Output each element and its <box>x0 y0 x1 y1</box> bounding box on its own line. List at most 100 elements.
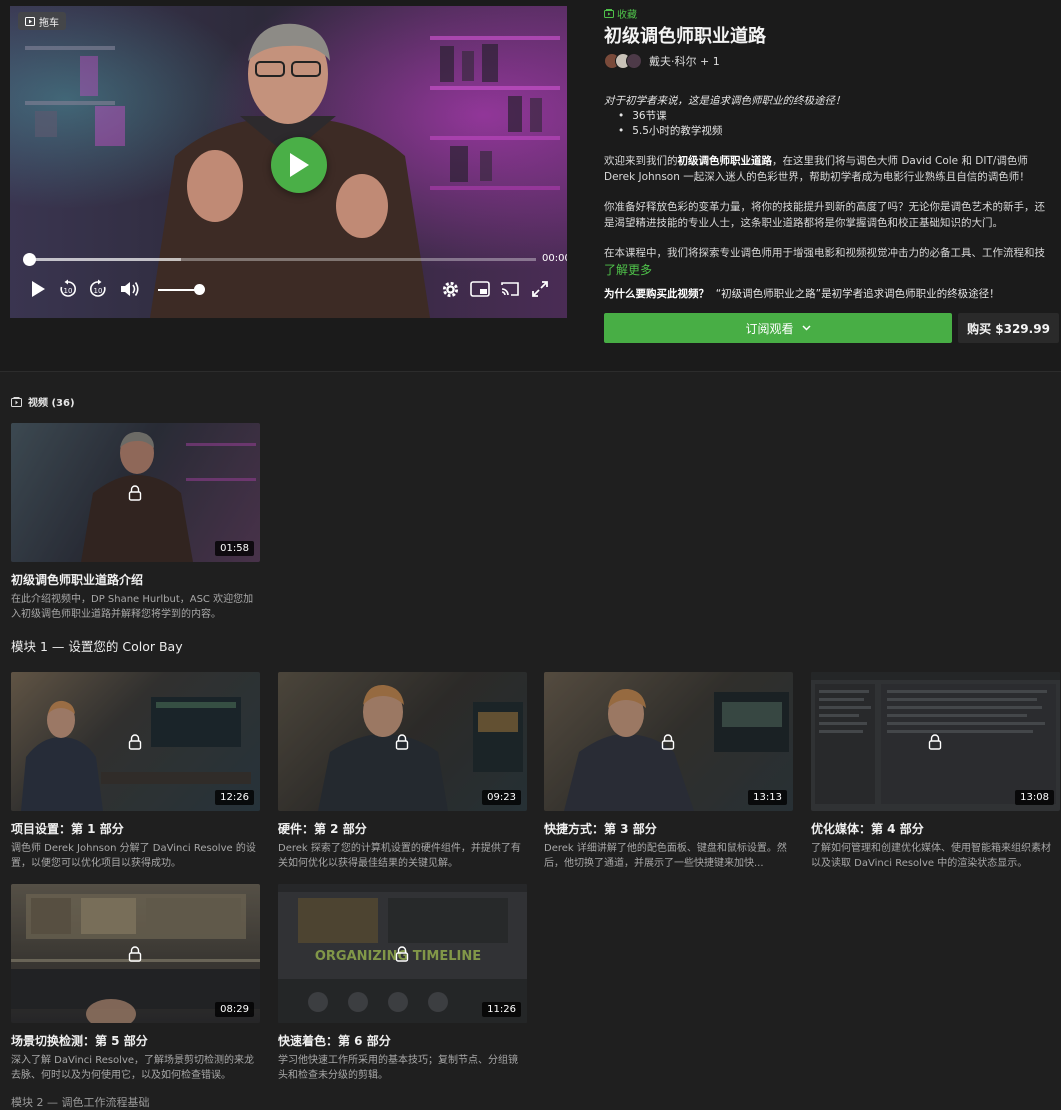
videos-section-header: 视频 (36) <box>11 394 75 409</box>
volume-slider-handle[interactable] <box>194 284 205 295</box>
lesson-description: 深入了解 DaVinci Resolve，了解场景剪切检测的来龙去脉、何时以及为… <box>11 1055 255 1081</box>
lock-icon <box>928 734 942 750</box>
description-paragraph-1: 欢迎来到我们的初级调色师职业道路，在这里我们将与调色大师 David Cole … <box>604 154 1054 185</box>
lesson-description: 学习他快速工作所采用的基本技巧；复制节点、分组镜头和检查未分级的剪辑。 <box>278 1055 518 1081</box>
buy-button[interactable]: 购买 $329.99 <box>958 313 1059 343</box>
lesson-title[interactable]: 快捷方式：第 3 部分 <box>544 820 793 837</box>
chevron-down-icon <box>801 325 811 331</box>
lesson-card-intro[interactable]: 01:58 初级调色师职业道路介绍 在此介绍视频中，DP Shane Hurlb… <box>11 423 260 622</box>
play-overlay-button[interactable] <box>271 137 327 193</box>
avatar <box>626 53 642 69</box>
instructor-row[interactable]: 戴夫·科尔 + 1 <box>604 53 720 69</box>
section-divider <box>0 371 1061 372</box>
forward-10-button[interactable]: 10 <box>86 278 110 300</box>
why-buy-text: “初级调色师职业之路”是初学者追求调色师职业的终极途径！ <box>715 288 1000 300</box>
picture-in-picture-icon <box>470 281 490 297</box>
lock-icon <box>128 485 142 501</box>
play-icon <box>32 281 45 297</box>
cast-button[interactable] <box>499 278 521 300</box>
course-highlights: 36节课 5.5小时的教学视频 <box>618 109 722 139</box>
description-text: 欢迎来到我们的 <box>604 155 678 167</box>
lesson-card[interactable]: 08:29 场景切换检测：第 5 部分 深入了解 DaVinci Resolve… <box>11 884 260 1083</box>
lesson-description: 了解如何管理和创建优化媒体、使用智能箱来组织素材以及读取 DaVinci Res… <box>811 843 1051 869</box>
volume-button[interactable] <box>118 278 142 300</box>
seek-handle[interactable] <box>23 253 36 266</box>
lesson-thumbnail[interactable]: 12:26 <box>11 672 260 811</box>
lesson-description: 调色师 Derek Johnson 分解了 DaVinci Resolve 的设… <box>11 843 256 869</box>
learn-more-link[interactable]: 了解更多 <box>604 261 652 278</box>
fullscreen-button[interactable] <box>529 278 551 300</box>
lesson-thumbnail[interactable]: 08:29 <box>11 884 260 1023</box>
video-icon <box>11 396 22 407</box>
duration-badge: 13:08 <box>1015 790 1054 805</box>
videos-count: 视频 (36) <box>28 398 75 409</box>
lock-icon <box>395 734 409 750</box>
lesson-card[interactable]: 13:13 快捷方式：第 3 部分 Derek 详细讲解了他的配色面板、键盘和鼠… <box>544 672 793 871</box>
why-buy-label: 为什么要购买此视频？ <box>604 288 709 300</box>
why-buy: 为什么要购买此视频？ “初级调色师职业之路”是初学者追求调色师职业的终极途径！ <box>604 286 1000 301</box>
seek-bar[interactable] <box>23 253 536 266</box>
lesson-title[interactable]: 硬件：第 2 部分 <box>278 820 527 837</box>
gear-icon <box>442 281 458 297</box>
course-title: 初级调色师职业道路 <box>604 26 766 47</box>
lock-icon <box>395 946 409 962</box>
lesson-title[interactable]: 优化媒体：第 4 部分 <box>811 820 1060 837</box>
subscribe-button[interactable]: 订阅观看 <box>604 313 952 343</box>
lesson-title[interactable]: 快速着色：第 6 部分 <box>278 1032 527 1049</box>
trailer-badge: 拖车 <box>18 12 66 30</box>
rewind-10-icon: 10 <box>60 279 76 297</box>
duration-badge: 11:26 <box>482 1002 521 1017</box>
lesson-thumbnail[interactable]: ORGANIZING TIMELINE 11:26 <box>278 884 527 1023</box>
description-paragraph-3: 在本课程中，我们将探索专业调色师用于增强电影和视频视觉冲击力的必备工具、工作流程… <box>604 247 1045 259</box>
description-course-name: 初级调色师职业道路 <box>677 155 773 167</box>
module-heading: 模块 1 — 设置您的 Color Bay <box>11 639 183 654</box>
lesson-description: 在此介绍视频中，DP Shane Hurlbut，ASC 欢迎您加入初级调色师职… <box>11 594 254 620</box>
collect-link[interactable]: 收藏 <box>604 6 637 21</box>
subscribe-label: 订阅观看 <box>745 321 794 336</box>
lock-icon <box>128 946 142 962</box>
duration-badge: 13:13 <box>748 790 787 805</box>
trailer-badge-label: 拖车 <box>39 17 59 29</box>
rewind-10-button[interactable]: 10 <box>56 278 80 300</box>
lock-icon <box>128 734 142 750</box>
duration-badge: 12:26 <box>215 790 254 805</box>
fullscreen-icon <box>532 281 548 297</box>
highlight-hours: 5.5小时的教学视频 <box>618 124 722 139</box>
instructor-names: 戴夫·科尔 + 1 <box>649 55 720 68</box>
lesson-title[interactable]: 场景切换检测：第 5 部分 <box>11 1032 260 1049</box>
lesson-title[interactable]: 项目设置：第 1 部分 <box>11 820 260 837</box>
next-module-heading: 模块 2 — 调色工作流程基础 <box>11 1096 150 1109</box>
lesson-thumbnail[interactable]: 09:23 <box>278 672 527 811</box>
lesson-card[interactable]: ORGANIZING TIMELINE 11:26 快速着色：第 6 部分 学习… <box>278 884 527 1083</box>
course-tagline: 对于初学者来说，这是追求调色师职业的终极途径！ <box>604 95 846 107</box>
lesson-title[interactable]: 初级调色师职业道路介绍 <box>11 571 260 588</box>
forward-10-icon: 10 <box>90 279 106 297</box>
cast-icon <box>501 282 519 296</box>
lesson-description: Derek 详细讲解了他的配色面板、键盘和鼠标设置。然后，他切换了通道，并展示了… <box>544 843 787 869</box>
lesson-thumbnail[interactable]: 01:58 <box>11 423 260 562</box>
play-icon <box>290 153 309 177</box>
picture-in-picture-button[interactable] <box>469 278 491 300</box>
lesson-thumbnail[interactable]: 13:13 <box>544 672 793 811</box>
lesson-card[interactable]: 13:08 优化媒体：第 4 部分 了解如何管理和创建优化媒体、使用智能箱来组织… <box>811 672 1060 871</box>
instructor-avatars <box>604 53 642 69</box>
lesson-description: Derek 探索了您的计算机设置的硬件组件，并提供了有关如何优化以获得最佳结果的… <box>278 843 521 869</box>
collection-icon <box>604 9 614 18</box>
highlight-lessons: 36节课 <box>618 109 722 124</box>
svg-text:10: 10 <box>64 287 73 295</box>
lock-icon <box>661 734 675 750</box>
svg-text:10: 10 <box>94 287 103 295</box>
duration-badge: 09:23 <box>482 790 521 805</box>
lesson-card[interactable]: 09:23 硬件：第 2 部分 Derek 探索了您的计算机设置的硬件组件，并提… <box>278 672 527 871</box>
duration-badge: 01:58 <box>215 541 254 556</box>
duration-badge: 08:29 <box>215 1002 254 1017</box>
video-player[interactable]: 拖车 00:00 10 10 <box>10 6 567 318</box>
video-icon <box>25 16 35 26</box>
description-paragraph-2: 你准备好释放色彩的变革力量，将你的技能提升到新的高度了吗？无论你是调色艺术的新手… <box>604 201 1045 229</box>
lesson-thumbnail[interactable]: 13:08 <box>811 672 1060 811</box>
settings-button[interactable] <box>439 278 461 300</box>
lesson-card[interactable]: 12:26 项目设置：第 1 部分 调色师 Derek Johnson 分解了 … <box>11 672 260 871</box>
seek-buffer <box>29 258 182 261</box>
volume-icon <box>121 282 139 296</box>
play-button[interactable] <box>26 278 50 300</box>
